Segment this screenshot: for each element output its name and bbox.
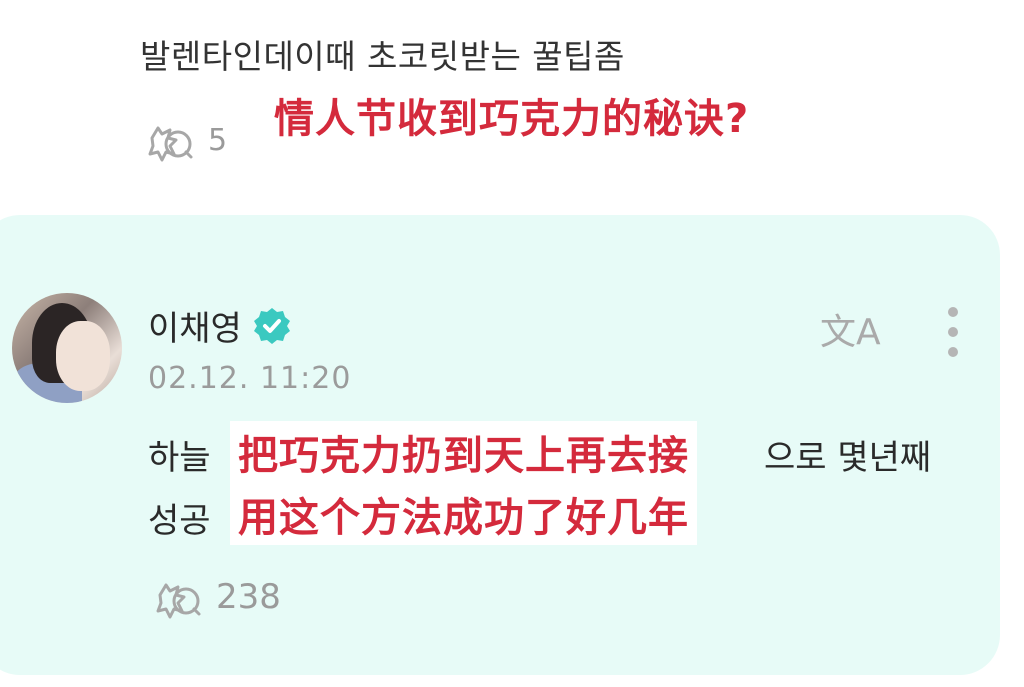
reaction-icon <box>156 583 201 619</box>
comment-timestamp: 02.12. 11:20 <box>148 361 352 396</box>
author-name[interactable]: 이채영 <box>148 301 242 350</box>
translate-icon[interactable]: 文A <box>820 303 881 355</box>
comment-text-line1-end: 으로 몇년째 <box>764 438 932 478</box>
author-row: 이채영 <box>148 301 292 350</box>
comment-translation-line2: 用这个方法成功了好几年 <box>230 483 697 545</box>
more-vertical-icon[interactable] <box>946 307 960 367</box>
post-translation-overlay: 情人节收到巧克力的秘诀? <box>274 96 750 142</box>
comment-text-line1-start: 하늘 <box>148 438 211 478</box>
comment-reaction-count: 238 <box>216 577 281 617</box>
comment-card: 이채영 02.12. 11:20 文A 하늘 으로 몇년째 성공 把巧克力扔到天… <box>0 215 1000 675</box>
comment-reaction-button[interactable]: 238 <box>150 575 281 619</box>
comment-translation-line1: 把巧克力扔到天上再去接 <box>230 421 697 483</box>
reaction-icon <box>148 126 193 162</box>
comment-text-line2-start: 성공 <box>148 501 211 541</box>
post: 발렌타인데이때 초코릿받는 꿀팁좀 情人节收到巧克力的秘诀? 5 <box>0 0 1024 210</box>
avatar[interactable] <box>12 293 122 403</box>
post-reaction-button[interactable]: 5 <box>142 118 227 162</box>
post-reaction-count: 5 <box>208 122 228 158</box>
verified-badge-icon <box>253 307 290 344</box>
post-title: 발렌타인데이때 초코릿받는 꿀팁좀 <box>140 37 625 76</box>
